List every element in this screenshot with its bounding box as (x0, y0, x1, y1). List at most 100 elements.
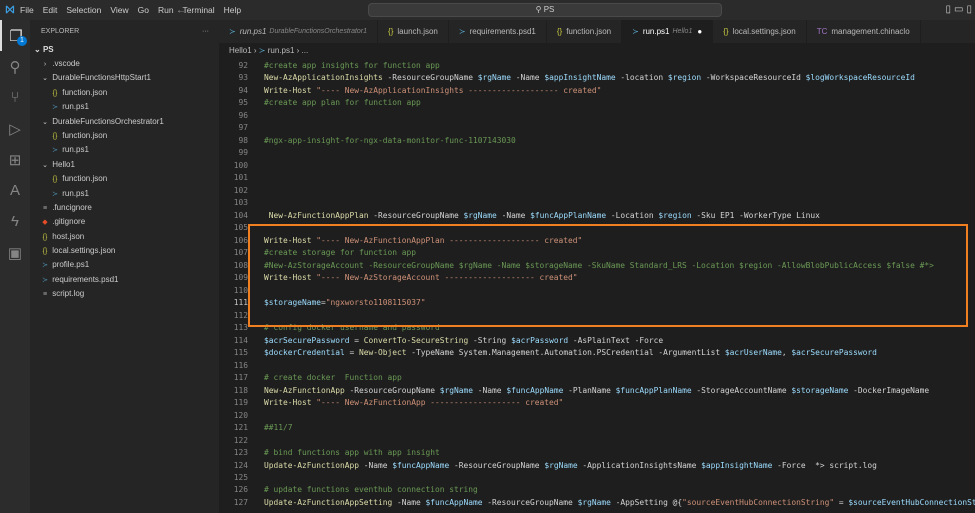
more-actions-icon[interactable]: ··· (202, 28, 209, 35)
modified-dot-icon[interactable]: ● (697, 27, 702, 36)
token-variable: $rgName (577, 497, 611, 507)
code-line: 116 (219, 360, 975, 372)
files-icon[interactable]: ❐ 1 (0, 20, 30, 51)
token-param: -ResourceGroupName (449, 460, 545, 470)
token-command: New-Object (359, 348, 407, 358)
breadcrumb-item[interactable]: run.ps1 (268, 46, 295, 55)
search-icon: ⚲ (535, 5, 542, 14)
token-param: -location (615, 73, 668, 83)
code-line: 102 (219, 185, 975, 197)
search-icon[interactable]: ⚲ (0, 51, 30, 82)
extensions-icon[interactable]: ⊞ (0, 144, 30, 175)
line-number: 118 (233, 385, 248, 395)
explorer-title: EXPLORER (41, 28, 80, 35)
ps-icon: ≻ (458, 27, 466, 36)
breadcrumb-item[interactable]: Hello1 (229, 46, 252, 55)
tree-item[interactable]: ⌄ DurableFunctionsOrchestrator1 (30, 115, 219, 129)
command-center-search[interactable]: ⚲ PS (368, 3, 722, 17)
tree-item-label: .vscode (52, 59, 80, 68)
code-line: 98 #ngx-app-insight-for-ngx-data-monitor-… (219, 135, 975, 147)
line-number: 126 (233, 485, 248, 495)
code-line: 107 #create storage for function app (219, 247, 975, 259)
azure-icon[interactable]: A (0, 175, 30, 206)
token-command: New-AzFunctionAppPlan (268, 210, 369, 220)
menu-item-selection[interactable]: Selection (66, 5, 101, 15)
code-line: 94 Write-Host "---- New-AzApplicationInsi… (219, 85, 975, 97)
code-text: #create storage for function app (248, 247, 416, 259)
token-command: Write-Host (264, 85, 312, 95)
azure-functions-icon[interactable]: ϟ (0, 206, 30, 237)
token-string: "---- New-AzFunctionApp ----------------… (316, 398, 564, 408)
vscode-logo-icon: ⨝ (5, 3, 15, 16)
line-number: 106 (233, 235, 248, 245)
token-variable: $storageName (264, 298, 322, 308)
token-string: "---- New-AzFunctionAppPlan ------------… (316, 235, 583, 245)
menu-item-edit[interactable]: Edit (43, 5, 58, 15)
tree-item[interactable]: ≡ script.log (30, 287, 219, 301)
tree-item[interactable]: ⌄ DurableFunctionsHttpStart1 (30, 71, 219, 85)
tree-item[interactable]: ≡ .funcignore (30, 201, 219, 215)
token-variable: $appInsightName (544, 73, 616, 83)
code-line: 125 (219, 472, 975, 484)
tab-function-json[interactable]: {} function.json (547, 20, 623, 43)
back-icon[interactable]: ← (176, 5, 186, 16)
tab-run-ps1[interactable]: ≻ run.ps1 DurableFunctionsOrchestrator1 (219, 20, 379, 43)
workspace-root[interactable]: ⌄ PS (30, 43, 219, 57)
menu-item-run[interactable]: Run (158, 5, 174, 15)
breadcrumb-item[interactable]: ... (302, 46, 309, 55)
remote-explorer-icon[interactable]: ▣ (0, 237, 30, 268)
tree-item[interactable]: {} local.settings.json (30, 244, 219, 258)
tab-requirements-psd1[interactable]: ≻ requirements.psd1 (449, 20, 547, 43)
code-text: Write-Host "---- New-AzStorageAccount --… (248, 272, 578, 284)
ps-icon: ≻ (42, 276, 48, 284)
menu-item-go[interactable]: Go (138, 5, 149, 15)
code-text: # bind functions app with app insight (248, 447, 440, 459)
tree-item-label: run.ps1 (62, 102, 89, 112)
code-line: 104 New-AzFunctionAppPlan -ResourceGroup… (219, 210, 975, 222)
run-debug-icon[interactable]: ▷ (0, 113, 30, 144)
menu-bar: File Edit Selection View Go Run Terminal Help (20, 5, 250, 15)
tree-item[interactable]: ≻ profile.ps1 (30, 258, 219, 272)
menu-item-view[interactable]: View (110, 5, 128, 15)
badge: 1 (17, 36, 27, 46)
tree-item[interactable]: ≻ run.ps1 (30, 100, 219, 114)
layout-toggles[interactable]: ▯▭▯ (946, 4, 975, 15)
forward-icon[interactable]: → (189, 5, 199, 16)
menu-item-file[interactable]: File (20, 5, 34, 15)
tree-item[interactable]: {} function.json (30, 86, 219, 100)
token-param: -AsPlainText -Force (568, 335, 664, 345)
tree-item[interactable]: ≻ requirements.psd1 (30, 273, 219, 287)
tree-item[interactable]: ≻ run.ps1 (30, 187, 219, 201)
tree-item[interactable]: ≻ run.ps1 (30, 143, 219, 157)
code-editor[interactable]: 92 #create app insights for function app 9… (219, 60, 975, 513)
token-comment: #ngx-app-insight-for-ngx-data-monitor-fu… (264, 135, 516, 145)
line-number: 94 (238, 85, 248, 95)
line-number: 95 (238, 98, 248, 108)
token-param: -StorageAccountName (691, 385, 792, 395)
token-param: -Force *> script.log (772, 460, 877, 470)
token-command: New-AzFunctionApp (264, 385, 345, 395)
code-text: # update functions eventhub connection s… (248, 484, 478, 496)
tab-management-chinaclo[interactable]: TC management.chinaclo (807, 20, 921, 43)
token-comment: # bind functions app with app insight (264, 448, 440, 458)
code-line: 118 New-AzFunctionApp -ResourceGroupName … (219, 385, 975, 397)
tree-item[interactable]: {} function.json (30, 172, 219, 186)
line-number: 105 (233, 223, 248, 233)
menu-item-help[interactable]: Help (224, 5, 241, 15)
git-icon: ◆ (42, 219, 48, 227)
tree-item-label: .gitignore (52, 217, 86, 227)
tree-item[interactable]: {} host.json (30, 230, 219, 244)
tree-item[interactable]: ◆ .gitignore (30, 215, 219, 229)
source-control-icon[interactable]: ⑂ (0, 82, 30, 113)
code-text: # create docker Function app (248, 372, 402, 384)
tab-run-ps1[interactable]: ≻ run.ps1 Hello1 ● (622, 20, 714, 43)
tree-item[interactable]: ⌄ Hello1 (30, 158, 219, 172)
code-text: New-AzFunctionApp -ResourceGroupName $rg… (248, 385, 929, 397)
tree-item[interactable]: › .vscode (30, 57, 219, 71)
file-tree: › .vscode ⌄ DurableFunctionsHttpStart1{} … (30, 57, 219, 302)
tab-local-settings-json[interactable]: {} local.settings.json (713, 20, 807, 43)
token-plain: = (344, 348, 360, 358)
tab-launch-json[interactable]: {} launch.json (378, 20, 449, 43)
tree-item[interactable]: {} function.json (30, 129, 219, 143)
code-line: 103 (219, 197, 975, 209)
